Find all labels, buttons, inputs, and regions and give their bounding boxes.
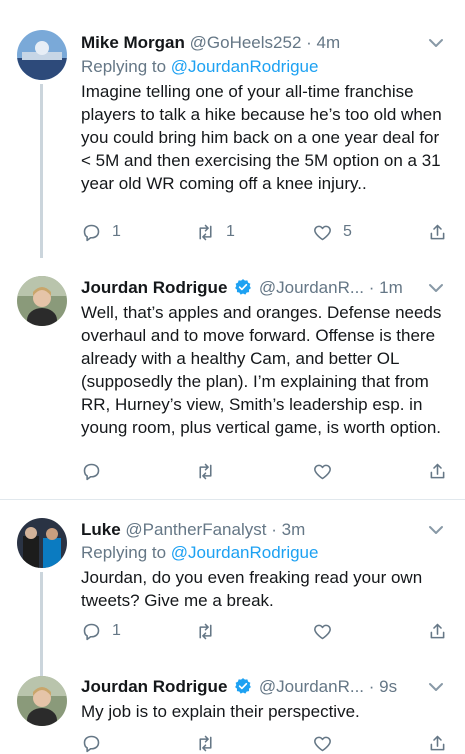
replying-to: Replying to @JourdanRodrigue — [81, 56, 318, 78]
retweet-icon — [199, 463, 212, 479]
username[interactable]: @JourdanR... — [259, 278, 364, 297]
display-name[interactable]: Jourdan Rodrigue — [81, 278, 227, 297]
retweet-icon — [199, 623, 212, 639]
avatar[interactable] — [17, 518, 67, 568]
like-icon — [314, 736, 331, 751]
tweet-header: Mike Morgan @GoHeels252 · 4m — [81, 32, 340, 54]
separator-dot: · — [368, 278, 375, 297]
like-button[interactable]: 5 — [312, 221, 352, 243]
like-button[interactable] — [312, 620, 333, 642]
tweet-actions — [81, 460, 451, 482]
share-icon — [430, 463, 445, 478]
retweet-button[interactable] — [195, 732, 216, 754]
retweet-icon — [199, 735, 212, 751]
verified-badge-icon — [235, 678, 252, 694]
tweet-actions — [81, 732, 451, 754]
share-button[interactable] — [427, 620, 448, 642]
reply-button[interactable] — [81, 460, 102, 482]
retweet-button[interactable]: 1 — [195, 221, 235, 243]
tweet-jourdan-rodrigue-1[interactable]: Jourdan Rodrigue @JourdanR... · 1m Well,… — [0, 258, 465, 498]
like-count: 5 — [343, 223, 352, 240]
tweet-text: Imagine telling one of your all-time fra… — [81, 82, 442, 193]
replying-label: Replying to — [81, 57, 171, 76]
separator-dot: · — [306, 33, 312, 52]
like-icon — [314, 225, 331, 240]
share-icon — [430, 623, 445, 638]
retweet-button[interactable] — [195, 620, 216, 642]
tweet-mike-morgan[interactable]: Mike Morgan @GoHeels252 · 4m Replying to… — [0, 0, 465, 258]
reply-button[interactable]: 1 — [81, 620, 121, 642]
tweet-jourdan-rodrigue-2[interactable]: Jourdan Rodrigue @JourdanR... · 9s My jo… — [0, 670, 465, 752]
timestamp[interactable]: 3m — [282, 520, 306, 539]
tweet-header: Jourdan Rodrigue @JourdanR... · 1m — [81, 277, 403, 299]
reply-button[interactable] — [81, 732, 102, 754]
username[interactable]: @GoHeels252 — [190, 33, 302, 52]
retweet-button[interactable] — [195, 460, 216, 482]
separator-dot: · — [271, 520, 277, 539]
chevron-down-icon[interactable] — [427, 279, 445, 297]
avatar[interactable] — [17, 276, 67, 326]
display-name[interactable]: Luke — [81, 520, 121, 539]
reply-icon — [83, 463, 100, 480]
reply-icon — [83, 735, 100, 752]
timestamp[interactable]: 9s — [379, 677, 397, 696]
username[interactable]: @JourdanR... — [259, 677, 364, 696]
retweet-count: 1 — [226, 223, 235, 240]
avatar[interactable] — [17, 676, 67, 726]
like-button[interactable] — [312, 460, 333, 482]
share-icon — [430, 224, 445, 239]
chevron-down-icon[interactable] — [427, 678, 445, 696]
timestamp[interactable]: 1m — [379, 278, 403, 297]
thread-line — [40, 84, 43, 258]
share-icon — [430, 735, 445, 750]
replying-label: Replying to — [81, 543, 171, 562]
mention-link[interactable]: @JourdanRodrigue — [171, 57, 319, 76]
like-button[interactable] — [312, 732, 333, 754]
mention-link[interactable]: @JourdanRodrigue — [171, 543, 319, 562]
tweet-header: Luke @PantherFanalyst · 3m — [81, 519, 305, 541]
reply-count: 1 — [112, 223, 121, 240]
username[interactable]: @PantherFanalyst — [125, 520, 266, 539]
tweet-text: My job is to explain their perspective. — [81, 702, 360, 721]
share-button[interactable] — [427, 732, 448, 754]
replying-to: Replying to @JourdanRodrigue — [81, 542, 318, 564]
tweet-luke[interactable]: Luke @PantherFanalyst · 3m Replying to @… — [0, 500, 465, 682]
reply-icon — [83, 623, 100, 640]
tweet-text: Well, that’s apples and oranges. Defense… — [81, 303, 442, 437]
reply-count: 1 — [112, 622, 121, 639]
tweet-actions: 1 1 5 — [81, 221, 451, 243]
reply-button[interactable]: 1 — [81, 221, 121, 243]
avatar[interactable] — [17, 30, 67, 80]
thread-line — [40, 572, 43, 682]
chevron-down-icon[interactable] — [427, 34, 445, 52]
separator-dot: · — [368, 677, 375, 696]
timestamp[interactable]: 4m — [317, 33, 341, 52]
tweet-header: Jourdan Rodrigue @JourdanR... · 9s — [81, 676, 397, 698]
tweet-actions: 1 — [81, 620, 451, 642]
like-icon — [314, 464, 331, 479]
retweet-icon — [199, 224, 212, 240]
verified-badge-icon — [235, 279, 252, 295]
share-button[interactable] — [427, 221, 448, 243]
share-button[interactable] — [427, 460, 448, 482]
tweet-text: Jourdan, do you even freaking read your … — [81, 568, 423, 610]
chevron-down-icon[interactable] — [427, 521, 445, 539]
reply-icon — [83, 224, 100, 241]
display-name[interactable]: Mike Morgan — [81, 33, 185, 52]
like-icon — [314, 624, 331, 639]
display-name[interactable]: Jourdan Rodrigue — [81, 677, 227, 696]
